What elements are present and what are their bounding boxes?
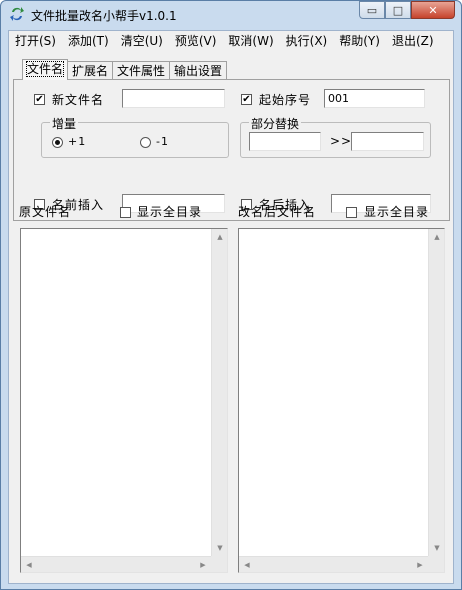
close-icon: ✕ <box>428 3 438 17</box>
increment-minus-radio[interactable] <box>140 137 151 148</box>
renamed-show-all-label: 显示全目录 <box>364 205 430 219</box>
scrollbar-corner <box>428 556 444 572</box>
title-bar[interactable]: 文件批量改名小帮手v1.0.1 ▭ □ ✕ <box>1 1 461 29</box>
original-show-all-checkbox[interactable] <box>120 207 131 218</box>
tab-output-label: 输出设置 <box>174 64 223 78</box>
increment-plus-radio[interactable] <box>52 137 63 148</box>
maximize-icon: □ <box>392 3 404 17</box>
tab-strip: 文件名 扩展名 文件属性 输出设置 <box>22 59 228 81</box>
increment-group: 增量 +1 -1 <box>41 115 229 158</box>
menu-bar: 打开(S) 添加(T) 清空(U) 预览(V) 取消(W) 执行(X) 帮助(Y… <box>9 31 453 51</box>
original-files-list[interactable]: ▲ ▼ ◀ ▶ <box>20 228 228 573</box>
renamed-files-list[interactable]: ▲ ▼ ◀ ▶ <box>238 228 445 573</box>
scroll-right-icon[interactable]: ▶ <box>412 557 428 573</box>
window-title: 文件批量改名小帮手v1.0.1 <box>31 9 177 23</box>
scroll-down-icon[interactable]: ▼ <box>429 540 445 556</box>
menu-exit[interactable]: 退出(Z) <box>386 31 440 51</box>
tab-filename-label: 文件名 <box>25 61 65 77</box>
increment-minus-label: -1 <box>156 135 169 148</box>
tab-attributes[interactable]: 文件属性 <box>112 61 171 80</box>
new-name-checkbox[interactable]: ✔ <box>34 94 45 105</box>
app-window: 文件批量改名小帮手v1.0.1 ▭ □ ✕ 打开(S) 添加(T) 清空(U) … <box>0 0 462 590</box>
scroll-left-icon[interactable]: ◀ <box>21 557 37 573</box>
tab-attributes-label: 文件属性 <box>117 64 166 78</box>
app-arrows-icon <box>9 6 25 22</box>
menu-preview[interactable]: 预览(V) <box>169 31 223 51</box>
new-name-label: 新文件名 <box>52 93 105 107</box>
partial-replace-title: 部分替换 <box>249 115 302 132</box>
tab-output[interactable]: 输出设置 <box>169 61 228 80</box>
scroll-up-icon[interactable]: ▲ <box>212 229 228 245</box>
tab-extension[interactable]: 扩展名 <box>67 61 114 80</box>
menu-add[interactable]: 添加(T) <box>62 31 115 51</box>
menu-execute[interactable]: 执行(X) <box>280 31 334 51</box>
original-list-vertical-scrollbar[interactable]: ▲ ▼ <box>211 229 227 556</box>
original-list-horizontal-scrollbar[interactable]: ◀ ▶ <box>21 556 211 572</box>
partial-replace-group: 部分替换 >> <box>240 115 431 158</box>
replace-to-input[interactable] <box>351 132 424 151</box>
renamed-list-vertical-scrollbar[interactable]: ▲ ▼ <box>428 229 444 556</box>
maximize-button[interactable]: □ <box>385 1 411 19</box>
scroll-right-icon[interactable]: ▶ <box>195 557 211 573</box>
replace-arrow-label: >> <box>330 134 353 148</box>
options-panel: ✔ 新文件名 ✔ 起始序号 001 增量 +1 -1 部分替换 >> 名前插入 <box>13 79 450 221</box>
scroll-left-icon[interactable]: ◀ <box>239 557 255 573</box>
menu-open[interactable]: 打开(S) <box>9 31 62 51</box>
renamed-list-horizontal-scrollbar[interactable]: ◀ ▶ <box>239 556 428 572</box>
start-number-checkbox[interactable]: ✔ <box>241 94 252 105</box>
new-name-input[interactable] <box>122 89 225 108</box>
original-list-label: 原文件名 <box>19 205 72 219</box>
original-show-all-label: 显示全目录 <box>137 205 203 219</box>
minimize-button[interactable]: ▭ <box>359 1 385 19</box>
close-button[interactable]: ✕ <box>411 1 455 19</box>
start-number-input[interactable]: 001 <box>324 89 425 108</box>
menu-cancel[interactable]: 取消(W) <box>222 31 279 51</box>
tab-filename[interactable]: 文件名 <box>22 59 69 80</box>
minimize-icon: ▭ <box>366 3 378 17</box>
scroll-down-icon[interactable]: ▼ <box>212 540 228 556</box>
renamed-list-label: 改名后文件名 <box>238 205 317 219</box>
menu-help[interactable]: 帮助(Y) <box>333 31 386 51</box>
renamed-show-all-checkbox[interactable] <box>346 207 357 218</box>
tab-extension-label: 扩展名 <box>72 64 109 78</box>
increment-group-title: 增量 <box>50 115 79 132</box>
replace-from-input[interactable] <box>249 132 321 151</box>
scrollbar-corner <box>211 556 227 572</box>
start-number-label: 起始序号 <box>259 93 312 107</box>
increment-plus-label: +1 <box>68 135 87 148</box>
menu-clear[interactable]: 清空(U) <box>115 31 169 51</box>
scroll-up-icon[interactable]: ▲ <box>429 229 445 245</box>
client-area: 打开(S) 添加(T) 清空(U) 预览(V) 取消(W) 执行(X) 帮助(Y… <box>8 30 454 584</box>
